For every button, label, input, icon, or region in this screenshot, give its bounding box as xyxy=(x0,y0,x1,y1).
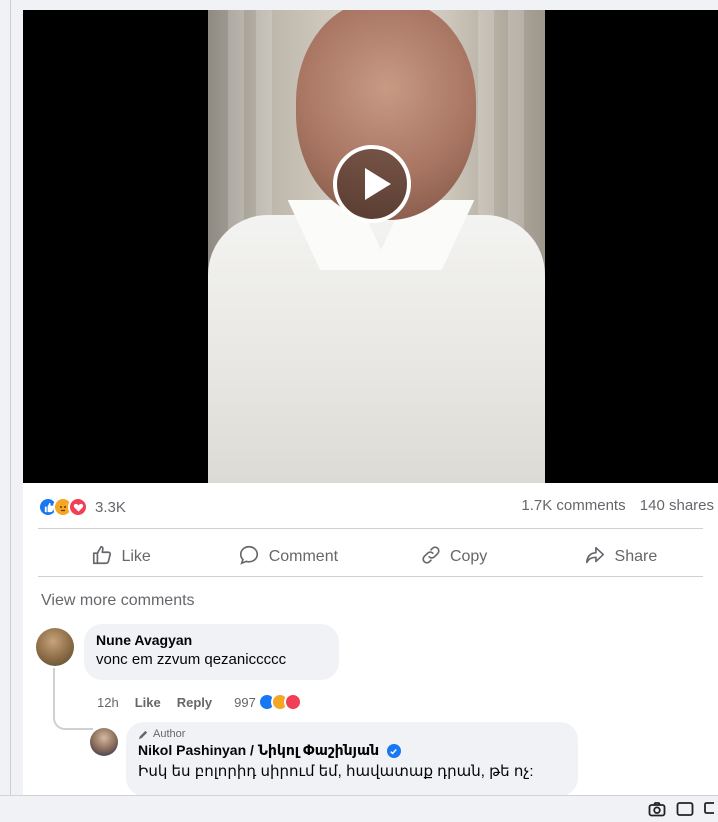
divider-top xyxy=(38,528,703,529)
comment-reaction-count[interactable]: 997 xyxy=(234,695,256,710)
bottom-bar xyxy=(0,795,718,822)
camera-icon[interactable] xyxy=(648,801,666,817)
copy-label: Copy xyxy=(449,548,488,565)
pencil-icon xyxy=(138,729,149,740)
comments-count[interactable]: 1.7K comments xyxy=(521,497,625,514)
comment-icon xyxy=(237,544,269,571)
comment-reply-link[interactable]: Reply xyxy=(177,695,212,710)
comment-bubble: Nune Avagyan vonc em zzvum qezaniccccc xyxy=(84,624,339,680)
share-button[interactable]: Share xyxy=(537,537,703,577)
post-stats: 3.3K 1.7K comments 140 shares xyxy=(38,496,718,520)
love-icon xyxy=(283,693,302,711)
comment-author[interactable]: Nune Avagyan xyxy=(96,632,327,648)
view-more-comments[interactable]: View more comments xyxy=(41,592,195,610)
avatar[interactable] xyxy=(90,728,118,756)
play-button[interactable] xyxy=(333,145,411,223)
reply-author-row: Nikol Pashinyan / Նիկոլ Փաշինյան xyxy=(138,742,566,759)
divider-bottom xyxy=(38,576,703,577)
like-label: Like xyxy=(121,548,151,565)
reply-bubble: Author Nikol Pashinyan / Նիկոլ Փաշինյան … xyxy=(126,722,578,795)
share-icon xyxy=(583,544,615,571)
reply-thread-line xyxy=(53,668,93,730)
reaction-count[interactable]: 3.3K xyxy=(95,499,126,516)
post-card: 3.3K 1.7K comments 140 shares Like Comme… xyxy=(23,10,718,795)
left-rail xyxy=(0,0,11,795)
thumbs-up-icon xyxy=(91,544,121,571)
author-badge: Author xyxy=(138,728,566,740)
love-icon xyxy=(68,497,88,517)
reaction-summary[interactable]: 3.3K xyxy=(38,496,126,518)
post-actions: Like Comment Copy Share xyxy=(38,537,703,577)
reply-text: Իսկ ես բոլորիդ սիրում եմ, հավատաք դրան, … xyxy=(138,763,534,780)
verified-icon xyxy=(386,744,401,759)
comment-time[interactable]: 12h xyxy=(97,695,119,710)
comment-text: vonc em zzvum qezaniccccc xyxy=(96,651,287,668)
reply-author[interactable]: Nikol Pashinyan / Նիկոլ Փաշինյան xyxy=(138,742,379,758)
link-icon xyxy=(420,544,450,571)
comment-button[interactable]: Comment xyxy=(204,537,370,577)
monitor-icon[interactable] xyxy=(704,801,714,817)
author-badge-label: Author xyxy=(153,728,186,740)
video-player[interactable] xyxy=(23,10,718,483)
shares-count[interactable]: 140 shares xyxy=(640,497,714,514)
share-label: Share xyxy=(614,548,658,565)
comment-reactions[interactable] xyxy=(257,693,302,711)
copy-button[interactable]: Copy xyxy=(371,537,537,577)
comment-like-link[interactable]: Like xyxy=(135,695,161,710)
like-button[interactable]: Like xyxy=(38,537,204,577)
stats-right: 1.7K comments 140 shares xyxy=(511,497,714,514)
window-icon[interactable] xyxy=(676,801,694,817)
comment-meta: 12h Like Reply 997 xyxy=(97,693,302,711)
bottom-icons xyxy=(638,801,714,817)
avatar[interactable] xyxy=(36,628,74,666)
comment-label: Comment xyxy=(268,548,339,565)
video-frame xyxy=(208,10,545,483)
